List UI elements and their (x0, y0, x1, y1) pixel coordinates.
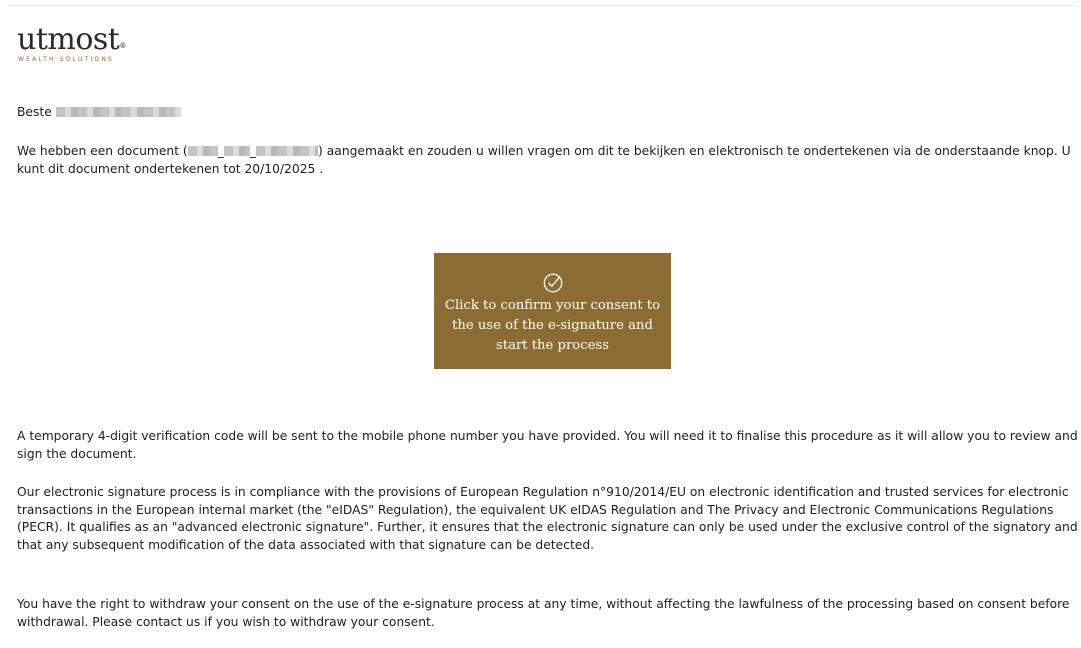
logo-name: utmost (17, 22, 120, 57)
logo-trademark: ® (119, 42, 126, 50)
logo-wordmark: utmost® (17, 22, 126, 58)
intro-paragraph: We hebben een document (_ _) aangemaakt e… (17, 143, 1079, 178)
consent-button-label: Click to confirm your consent to the use… (444, 298, 661, 353)
compliance-paragraph: Our electronic signature process is in c… (17, 485, 1078, 552)
top-divider (10, 5, 1076, 6)
consent-sign-button[interactable]: Click to confirm your consent to the use… (434, 253, 671, 369)
greeting-text: Beste (17, 105, 52, 119)
redacted-document-id-part-2 (223, 146, 250, 156)
redacted-recipient-name (55, 107, 181, 117)
logo-tagline: WEALTH SOLUTIONS (18, 56, 115, 63)
verification-paragraph: A temporary 4-digit verification code wi… (17, 429, 1078, 461)
intro-text-start: We hebben een document ( (17, 144, 188, 158)
check-circle-icon (543, 273, 562, 293)
withdraw-consent-paragraph: You have the right to withdraw your cons… (17, 597, 1070, 629)
greeting: Beste (17, 104, 181, 122)
utmost-logo: utmost® WEALTH SOLUTIONS (17, 22, 126, 63)
redacted-document-id-part-1 (187, 146, 218, 156)
redacted-document-id-part-3 (256, 146, 319, 156)
